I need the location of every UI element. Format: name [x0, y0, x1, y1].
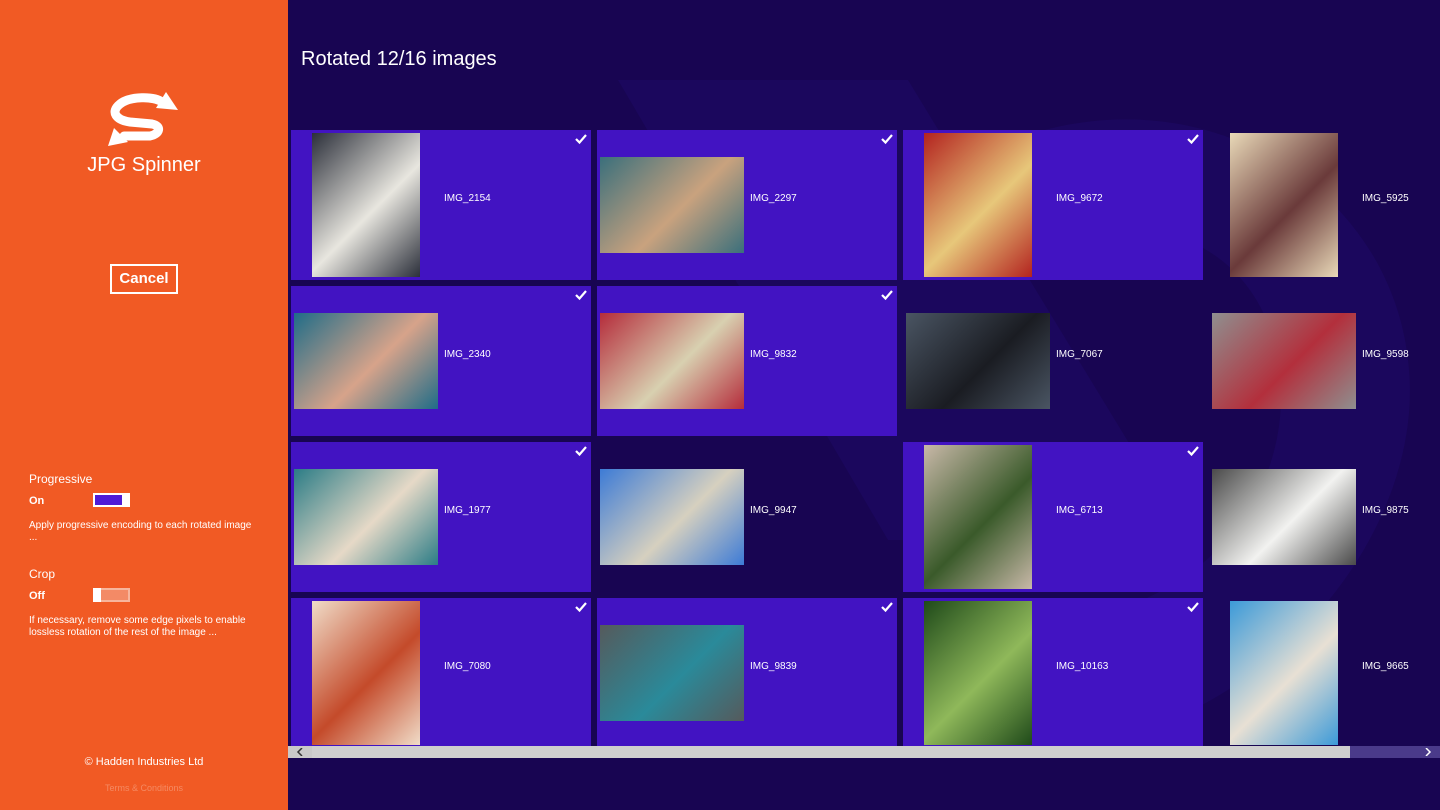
progressive-label: Progressive	[29, 472, 93, 486]
checkmark-icon	[1187, 134, 1199, 145]
copyright-text: © Hadden Industries Ltd	[84, 756, 204, 768]
scroll-left-button[interactable]	[288, 746, 312, 758]
crop-label: Crop	[29, 567, 56, 581]
thumbnail-frame	[1212, 442, 1356, 592]
horizontal-scrollbar[interactable]	[288, 746, 1440, 758]
thumbnail-frame	[1212, 286, 1356, 436]
checkmark-icon	[881, 602, 893, 613]
image-tile[interactable]: IMG_7080	[291, 598, 591, 746]
cancel-button[interactable]: Cancel	[110, 264, 178, 294]
checkmark-icon	[1187, 602, 1199, 613]
image-thumbnail	[294, 469, 438, 565]
thumbnail-frame	[294, 286, 438, 436]
image-thumbnail	[1230, 601, 1338, 745]
app-title: JPG Spinner	[87, 154, 201, 176]
image-thumbnail	[1212, 469, 1356, 565]
thumbnail-frame	[1212, 130, 1356, 280]
image-filename: IMG_9672	[1056, 193, 1103, 204]
checkmark-icon	[1187, 446, 1199, 457]
image-filename: IMG_2297	[750, 193, 797, 204]
image-filename: IMG_1977	[444, 505, 491, 516]
image-filename: IMG_9598	[1362, 349, 1409, 360]
image-thumbnail	[312, 133, 420, 277]
image-thumbnail	[600, 313, 744, 409]
image-tile[interactable]: IMG_5925	[1209, 130, 1440, 280]
image-tile[interactable]: IMG_9839	[597, 598, 897, 746]
image-tile[interactable]: IMG_10163	[903, 598, 1203, 746]
image-thumbnail	[600, 157, 744, 253]
image-filename: IMG_9665	[1362, 661, 1409, 672]
progressive-description: Apply progressive encoding to each rotat…	[29, 520, 252, 543]
thumbnail-frame	[600, 598, 744, 746]
image-filename: IMG_9839	[750, 661, 797, 672]
image-tile[interactable]: IMG_9832	[597, 286, 897, 436]
image-thumbnail	[924, 445, 1032, 589]
chevron-left-icon	[296, 748, 303, 756]
progressive-toggle[interactable]	[93, 493, 130, 507]
image-thumbnail	[312, 601, 420, 745]
checkmark-icon	[575, 446, 587, 457]
image-filename: IMG_9832	[750, 349, 797, 360]
checkmark-icon	[575, 602, 587, 613]
image-thumbnail	[924, 133, 1032, 277]
chevron-right-icon	[1425, 748, 1432, 756]
image-filename: IMG_10163	[1056, 661, 1109, 672]
image-tile[interactable]: IMG_9947	[597, 442, 897, 592]
image-thumbnail	[1212, 313, 1356, 409]
image-tile[interactable]: IMG_9598	[1209, 286, 1440, 436]
image-tile[interactable]: IMG_2297	[597, 130, 897, 280]
toggle-knob	[93, 588, 101, 602]
thumbnail-frame	[294, 442, 438, 592]
thumbnail-frame	[906, 598, 1050, 746]
image-tile[interactable]: IMG_2154	[291, 130, 591, 280]
crop-state: Off	[29, 590, 45, 602]
checkmark-icon	[881, 290, 893, 301]
progressive-state: On	[29, 495, 45, 507]
image-tile[interactable]: IMG_9672	[903, 130, 1203, 280]
scroll-right-button[interactable]	[1416, 746, 1440, 758]
image-filename: IMG_2154	[444, 193, 491, 204]
checkmark-icon	[575, 134, 587, 145]
image-filename: IMG_6713	[1056, 505, 1103, 516]
image-thumbnail	[294, 313, 438, 409]
checkmark-icon	[881, 134, 893, 145]
image-tile[interactable]: IMG_2340	[291, 286, 591, 436]
image-tile[interactable]: IMG_9875	[1209, 442, 1440, 592]
image-filename: IMG_7080	[444, 661, 491, 672]
thumbnail-frame	[906, 130, 1050, 280]
rotation-status: Rotated 12/16 images	[301, 48, 497, 70]
image-tile[interactable]: IMG_9665	[1209, 598, 1440, 746]
image-grid: IMG_2154 IMG_2297 IMG_9672 IMG_5925 IMG_2340…	[291, 130, 1440, 746]
image-thumbnail	[924, 601, 1032, 745]
image-tile[interactable]: IMG_7067	[903, 286, 1203, 436]
image-tile[interactable]: IMG_6713	[903, 442, 1203, 592]
scroll-thumb[interactable]	[312, 746, 1350, 758]
thumbnail-frame	[600, 286, 744, 436]
terms-link[interactable]: Terms & Conditions	[0, 783, 288, 793]
toggle-knob	[122, 493, 130, 507]
image-filename: IMG_7067	[1056, 349, 1103, 360]
crop-toggle[interactable]	[93, 588, 130, 602]
image-filename: IMG_9875	[1362, 505, 1409, 516]
thumbnail-frame	[906, 442, 1050, 592]
thumbnail-frame	[294, 598, 438, 746]
thumbnail-frame	[1212, 598, 1356, 746]
crop-description: If necessary, remove some edge pixels to…	[29, 615, 246, 638]
thumbnail-frame	[600, 442, 744, 592]
settings-sidebar: JPG Spinner Cancel Progressive On Apply …	[0, 0, 288, 810]
image-thumbnail	[1230, 133, 1338, 277]
image-filename: IMG_2340	[444, 349, 491, 360]
checkmark-icon	[575, 290, 587, 301]
image-thumbnail	[600, 469, 744, 565]
thumbnail-frame	[294, 130, 438, 280]
thumbnail-frame	[906, 286, 1050, 436]
image-thumbnail	[600, 625, 744, 721]
image-filename: IMG_9947	[750, 505, 797, 516]
thumbnail-frame	[600, 130, 744, 280]
image-tile[interactable]: IMG_1977	[291, 442, 591, 592]
jpg-spinner-logo-icon	[108, 92, 178, 146]
image-filename: IMG_5925	[1362, 193, 1409, 204]
image-thumbnail	[906, 313, 1050, 409]
